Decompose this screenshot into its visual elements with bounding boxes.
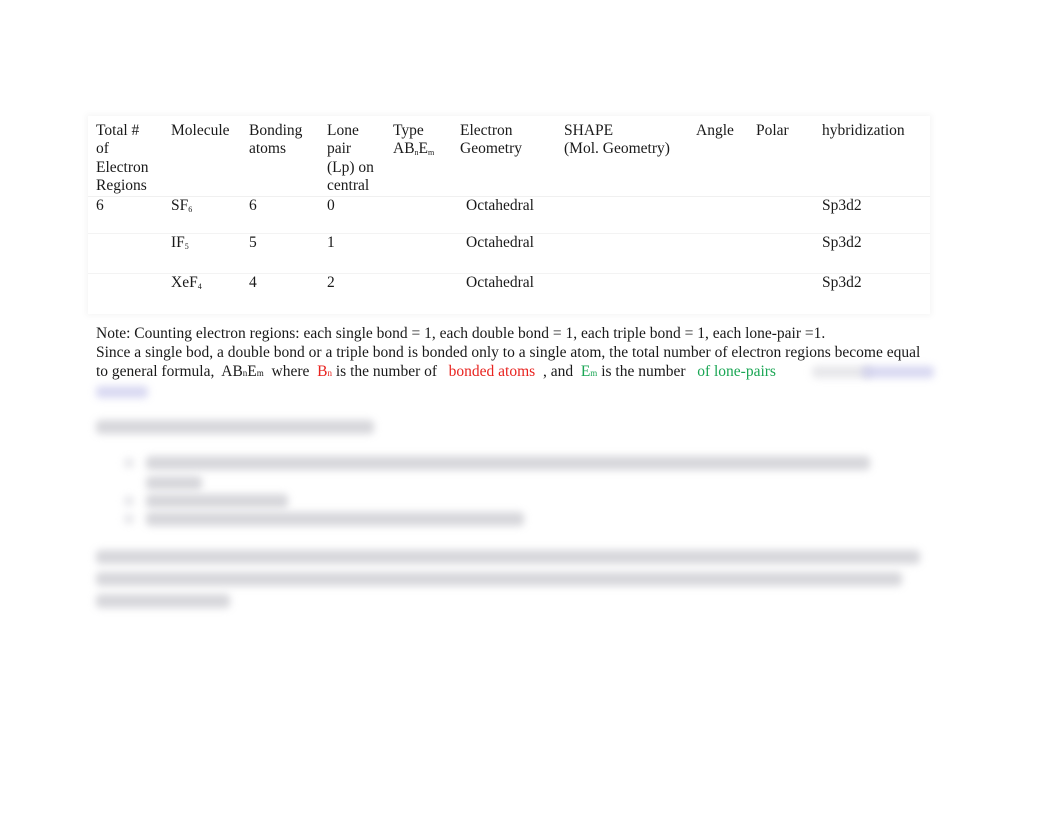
note-text: , and xyxy=(539,363,581,380)
note-text: E xyxy=(247,363,257,380)
header-total-regions: Total # of Electron Regions xyxy=(88,116,171,197)
header-line: Lone xyxy=(327,122,359,139)
cell-type[interactable] xyxy=(393,196,460,234)
note-line-1: Note: Counting electron regions: each si… xyxy=(96,325,826,342)
header-line: SHAPE xyxy=(564,122,614,139)
cell-shape[interactable] xyxy=(564,196,696,234)
cell-angle[interactable] xyxy=(696,274,756,309)
header-bonding-atoms: Bonding atoms xyxy=(249,116,327,197)
cell-angle[interactable] xyxy=(696,233,756,274)
blurred-text xyxy=(862,366,934,378)
note-text: is the number xyxy=(597,363,694,380)
molecule-formula: SF xyxy=(171,197,189,214)
note-sub-m: m xyxy=(256,368,264,378)
cell-shape[interactable] xyxy=(564,274,696,309)
molecule-formula: IF xyxy=(171,234,185,251)
header-line: (Lp) on xyxy=(327,158,374,176)
cell-polar[interactable] xyxy=(756,274,822,309)
header-hybridization: hybridization xyxy=(822,116,930,197)
header-line: (Mol. Geometry) xyxy=(564,140,670,158)
cell-electron-geometry: Octahedral xyxy=(466,274,534,291)
cell-bonding: 4 xyxy=(249,274,257,291)
header-lone-pair: Lone pair (Lp) on central xyxy=(327,116,393,197)
cell-molecule: IF5 xyxy=(171,233,249,274)
formula-m: m xyxy=(428,148,435,158)
header-type: Type ABnEm xyxy=(393,116,460,197)
header-line: Regions xyxy=(96,176,147,194)
cell-molecule: XeF4 xyxy=(171,274,249,309)
formula-e: E xyxy=(418,140,429,158)
header-line: of xyxy=(96,140,109,158)
blurred-heading xyxy=(96,420,374,434)
header-line: Total # xyxy=(96,122,140,139)
blurred-paragraph xyxy=(96,550,920,564)
blurred-list-bullet xyxy=(124,514,134,524)
lone-pairs-highlight: of lone-pairs xyxy=(693,363,776,380)
cell-total xyxy=(88,274,171,309)
cell-angle[interactable] xyxy=(696,196,756,234)
table-row: 6 SF6 6 0 Octahedral Sp3d2 xyxy=(88,196,930,234)
formula-ab: AB xyxy=(393,140,415,158)
cell-lone-pair: 0 xyxy=(327,196,393,234)
cell-lone-pair: 2 xyxy=(327,274,335,291)
cell-hybridization: Sp3d2 xyxy=(822,196,930,234)
header-line: Electron xyxy=(96,158,149,176)
header-molecule: Molecule xyxy=(171,116,249,197)
header-angle: Angle xyxy=(696,116,756,197)
header-line: Type xyxy=(393,122,424,139)
blurred-paragraph xyxy=(96,594,230,608)
molecule-subscript: 5 xyxy=(184,242,189,251)
blurred-list-bullet xyxy=(124,496,134,506)
blurred-list-item xyxy=(146,456,870,470)
blurred-list-bullet xyxy=(124,458,134,468)
table-row: XeF4 4 2 Octahedral Sp3d2 xyxy=(88,274,930,309)
bonded-atoms-highlight: bonded atoms xyxy=(444,363,540,380)
note-text: is the number of xyxy=(331,363,445,380)
cell-type[interactable] xyxy=(393,274,460,309)
cell-total xyxy=(88,233,171,274)
table-header-row: Total # of Electron Regions Molecule Bon… xyxy=(88,116,930,197)
cell-electron-geometry: Octahedral xyxy=(460,233,564,274)
cell-shape[interactable] xyxy=(564,233,696,274)
cell-total: 6 xyxy=(88,196,171,234)
vsepr-table: Total # of Electron Regions Molecule Bon… xyxy=(88,116,930,314)
cell-electron-geometry: Octahedral xyxy=(460,196,564,234)
note-text: to general formula, AB xyxy=(96,363,243,380)
cell-molecule: SF6 xyxy=(171,196,249,234)
cell-polar[interactable] xyxy=(756,196,822,234)
table-row: IF5 5 1 Octahedral Sp3d2 xyxy=(88,233,930,274)
blurred-paragraph xyxy=(96,572,902,586)
header-line: Bonding xyxy=(249,122,303,139)
blurred-text xyxy=(96,386,148,398)
header-electron-geometry: Electron Geometry xyxy=(460,116,564,197)
bn-symbol: B xyxy=(317,363,328,380)
blurred-list-item xyxy=(146,476,202,490)
header-line: pair xyxy=(327,140,352,158)
molecule-formula: XeF xyxy=(171,274,198,291)
blurred-list-item xyxy=(146,494,288,508)
header-polar: Polar xyxy=(756,116,822,197)
type-formula: ABnEm xyxy=(393,140,460,162)
header-line: central xyxy=(327,176,370,194)
cell-hybridization: Sp3d2 xyxy=(822,274,862,291)
cell-bonding: 6 xyxy=(249,196,327,234)
cell-hybridization: Sp3d2 xyxy=(822,233,930,274)
header-shape: SHAPE (Mol. Geometry) xyxy=(564,116,696,197)
note-text: where xyxy=(263,363,318,380)
header-line: Electron xyxy=(460,122,513,139)
molecule-subscript: 6 xyxy=(188,205,193,214)
molecule-subscript: 4 xyxy=(197,282,202,291)
cell-bonding: 5 xyxy=(249,233,327,274)
cell-lone-pair: 1 xyxy=(327,233,393,274)
blurred-list-item xyxy=(146,512,524,526)
em-symbol: E xyxy=(580,363,591,380)
cell-polar[interactable] xyxy=(756,233,822,274)
cell-type[interactable] xyxy=(393,233,460,274)
header-line: atoms xyxy=(249,140,287,158)
note-line-2: Since a single bod, a double bond or a t… xyxy=(96,344,921,361)
header-line: Geometry xyxy=(460,140,522,158)
